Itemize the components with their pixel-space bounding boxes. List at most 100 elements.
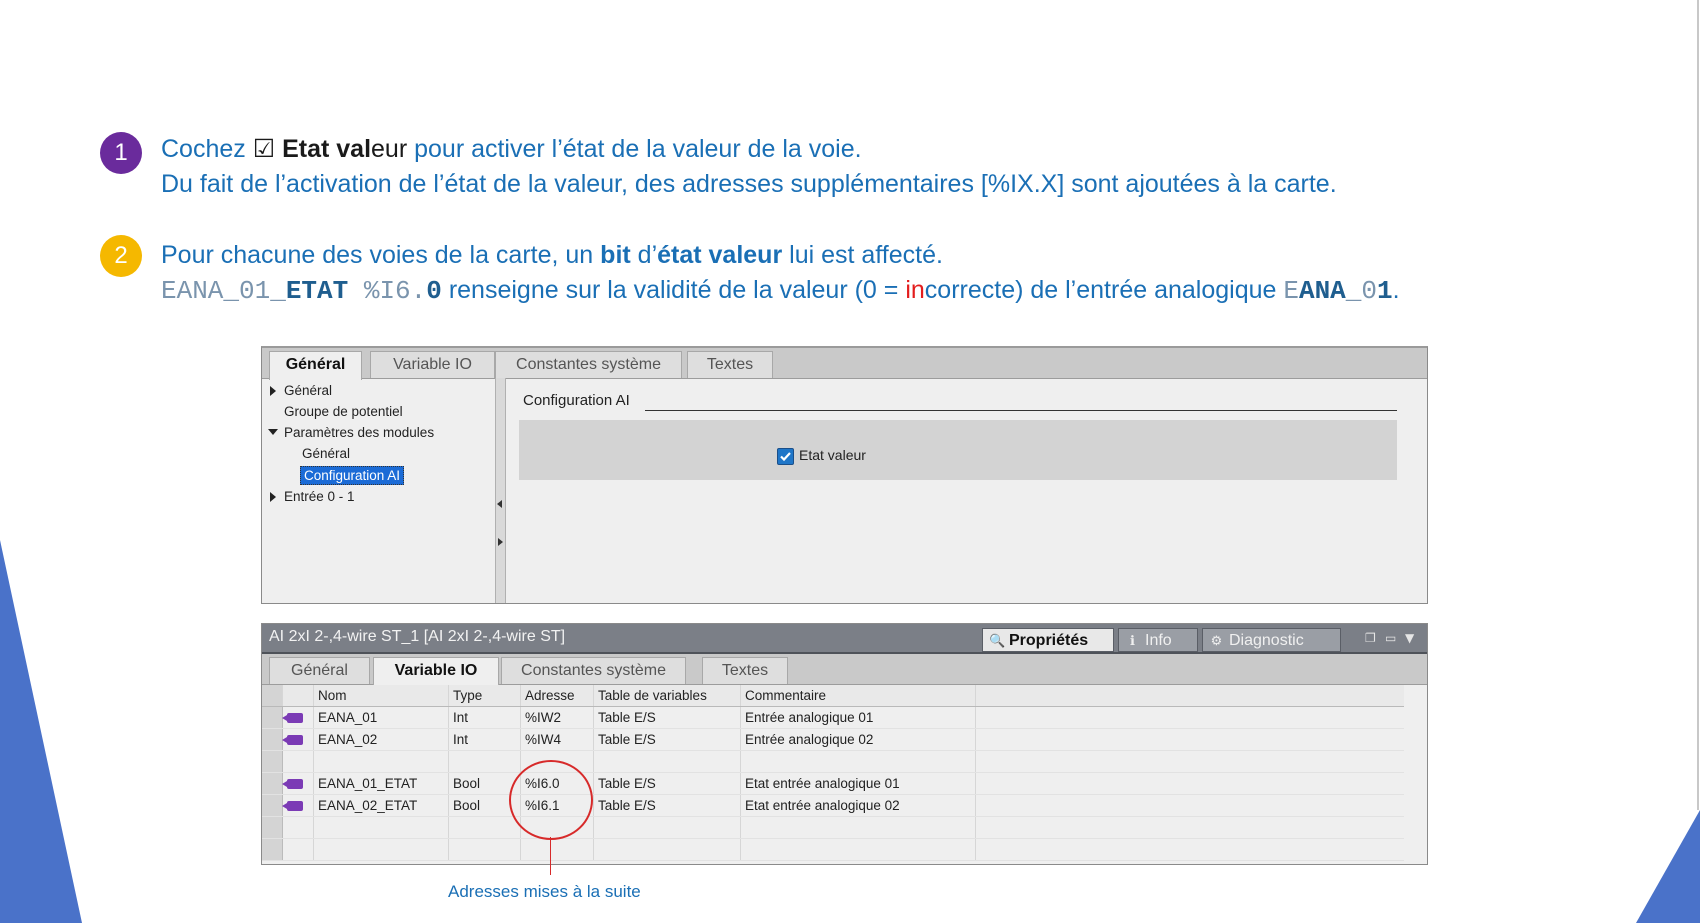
minimize-icon[interactable]: ▭ xyxy=(1385,631,1396,645)
cell-table[interactable] xyxy=(593,816,741,839)
cell-table[interactable]: Table E/S xyxy=(593,706,741,729)
column-header-nom[interactable]: Nom xyxy=(313,685,449,707)
table-row[interactable]: EANA_01_ETAT Bool %I6.0 Table E/S Etat e… xyxy=(262,772,1404,795)
cell-adresse[interactable]: %IW2 xyxy=(520,706,594,729)
cell-table[interactable] xyxy=(593,750,741,773)
row-header[interactable] xyxy=(262,750,283,773)
row-header[interactable] xyxy=(262,772,283,795)
etat-valeur-label[interactable]: Etat valeur xyxy=(799,447,866,463)
expand-arrow-icon[interactable] xyxy=(270,492,276,502)
cell-type[interactable] xyxy=(448,816,521,839)
cell-nom[interactable]: EANA_01_ETAT xyxy=(313,772,449,795)
module-title: AI 2xI 2-,4-wire ST_1 [AI 2xI 2-,4-wire … xyxy=(269,628,566,645)
tab-constantes-systeme[interactable]: Constantes système xyxy=(501,657,686,684)
tab-textes[interactable]: Textes xyxy=(702,657,788,684)
section-title: Configuration AI xyxy=(523,392,630,409)
cell-commentaire[interactable] xyxy=(740,838,976,861)
cell-nom[interactable]: EANA_02 xyxy=(313,728,449,751)
cell-commentaire[interactable]: Entrée analogique 01 xyxy=(740,706,976,729)
row-header[interactable] xyxy=(262,794,283,817)
collapse-left-icon[interactable] xyxy=(497,500,502,508)
expand-arrow-icon[interactable] xyxy=(270,386,276,396)
step-1-bullet: 1 xyxy=(100,132,142,174)
row-header-corner xyxy=(262,685,283,707)
etat-valeur-checkbox[interactable] xyxy=(777,448,794,465)
decorative-corner-right xyxy=(1636,0,1700,923)
cell-type[interactable] xyxy=(448,750,521,773)
cell-table[interactable]: Table E/S xyxy=(593,728,741,751)
cell-nom[interactable]: EANA_02_ETAT xyxy=(313,794,449,817)
step-1-line-2: Du fait de l’activation de l’état de la … xyxy=(161,170,1337,198)
info-icon: ℹ xyxy=(1130,633,1135,648)
tree-item-general-sub[interactable]: Général xyxy=(302,446,350,461)
column-header-adresse[interactable]: Adresse xyxy=(520,685,594,707)
row-header[interactable] xyxy=(262,816,283,839)
variable-tab-bar: Général Variable IO Constantes système T… xyxy=(262,654,1427,686)
panel-splitter[interactable] xyxy=(495,378,506,603)
column-header-commentaire[interactable]: Commentaire xyxy=(740,685,976,707)
annotation-caption: Adresses mises à la suite xyxy=(448,882,641,901)
cell-commentaire[interactable] xyxy=(740,750,976,773)
tree-item-configuration-ai[interactable]: Configuration AI xyxy=(300,466,405,485)
empty-cell xyxy=(282,838,314,861)
cell-nom[interactable]: EANA_01 xyxy=(313,706,449,729)
cell-adresse[interactable] xyxy=(520,838,594,861)
tree-item-groupe-potentiel[interactable]: Groupe de potentiel xyxy=(284,404,403,419)
cell-filler xyxy=(975,750,1404,773)
column-header-filler xyxy=(975,685,1404,707)
cell-type[interactable]: Int xyxy=(448,706,521,729)
tab-constantes-systeme[interactable]: Constantes système xyxy=(495,351,682,378)
table-row[interactable] xyxy=(262,750,1404,773)
variable-table: Nom Type Adresse Table de variables Comm… xyxy=(262,685,1404,861)
cell-table[interactable]: Table E/S xyxy=(593,772,741,795)
decorative-corner-left xyxy=(0,540,82,923)
tab-variable-io[interactable]: Variable IO xyxy=(370,351,495,378)
address-highlight-circle xyxy=(509,760,593,840)
cell-nom[interactable] xyxy=(313,838,449,861)
column-header-table[interactable]: Table de variables xyxy=(593,685,741,707)
cell-type[interactable]: Int xyxy=(448,728,521,751)
empty-cell xyxy=(282,750,314,773)
config-area: Etat valeur xyxy=(519,420,1397,480)
collapse-arrow-icon[interactable] xyxy=(268,429,278,435)
cell-table[interactable] xyxy=(593,838,741,861)
cell-table[interactable]: Table E/S xyxy=(593,794,741,817)
empty-cell xyxy=(282,816,314,839)
cell-nom[interactable] xyxy=(313,750,449,773)
cell-commentaire[interactable]: Etat entrée analogique 02 xyxy=(740,794,976,817)
variable-io-panel: AI 2xI 2-,4-wire ST_1 [AI 2xI 2-,4-wire … xyxy=(261,623,1428,865)
table-row[interactable]: EANA_02_ETAT Bool %I6.1 Table E/S Etat e… xyxy=(262,794,1404,817)
tree-item-general[interactable]: Général xyxy=(284,383,332,398)
row-header[interactable] xyxy=(262,728,283,751)
restore-icon[interactable]: ❐ xyxy=(1365,631,1376,645)
table-row[interactable] xyxy=(262,838,1404,861)
tree-item-entree-0-1[interactable]: Entrée 0 - 1 xyxy=(284,489,355,504)
tree-item-parametres-modules[interactable]: Paramètres des modules xyxy=(284,425,434,440)
tab-general[interactable]: Général xyxy=(269,351,362,380)
variable-icon xyxy=(282,772,314,795)
table-row[interactable]: EANA_02 Int %IW4 Table E/S Entrée analog… xyxy=(262,728,1404,751)
variable-icon xyxy=(282,706,314,729)
row-header[interactable] xyxy=(262,838,283,861)
table-row[interactable]: EANA_01 Int %IW2 Table E/S Entrée analog… xyxy=(262,706,1404,729)
tab-textes[interactable]: Textes xyxy=(687,351,773,378)
tab-general[interactable]: Général xyxy=(269,657,370,684)
cell-type[interactable] xyxy=(448,838,521,861)
cell-filler xyxy=(975,838,1404,861)
dropdown-icon[interactable]: ▼ xyxy=(1405,631,1414,645)
cell-commentaire[interactable]: Entrée analogique 02 xyxy=(740,728,976,751)
tab-proprietes[interactable]: 🔍 Propriétés xyxy=(982,628,1114,652)
variable-icon xyxy=(282,728,314,751)
column-header-type[interactable]: Type xyxy=(448,685,521,707)
tab-variable-io[interactable]: Variable IO xyxy=(373,657,499,686)
cell-adresse[interactable]: %IW4 xyxy=(520,728,594,751)
checkmark-icon xyxy=(780,452,791,462)
table-row[interactable] xyxy=(262,816,1404,839)
tab-diagnostic[interactable]: ⚙ Diagnostic xyxy=(1202,628,1341,652)
cell-commentaire[interactable]: Etat entrée analogique 01 xyxy=(740,772,976,795)
row-header[interactable] xyxy=(262,706,283,729)
expand-right-icon[interactable] xyxy=(498,538,503,546)
cell-nom[interactable] xyxy=(313,816,449,839)
tab-info[interactable]: ℹ Info xyxy=(1118,628,1198,652)
cell-commentaire[interactable] xyxy=(740,816,976,839)
